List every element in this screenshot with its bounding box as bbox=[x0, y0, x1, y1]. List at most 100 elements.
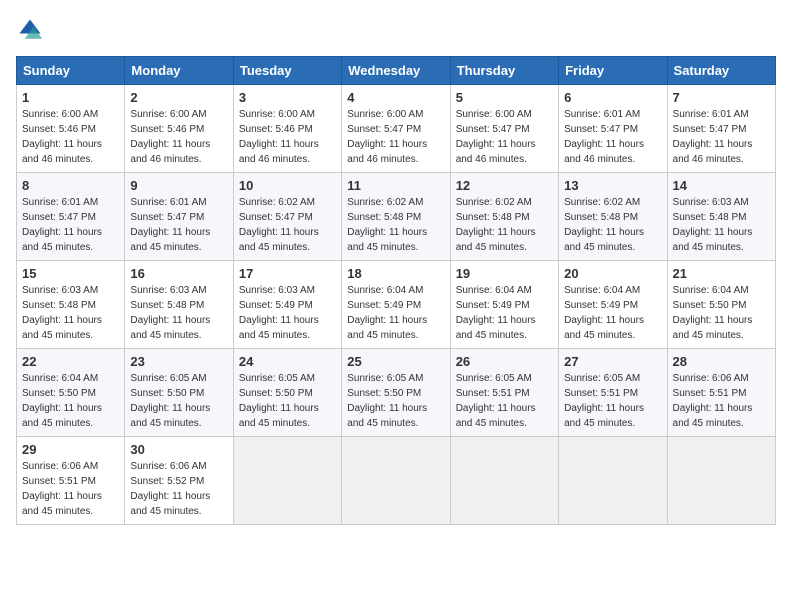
calendar-cell: 7 Sunrise: 6:01 AMSunset: 5:47 PMDaylight… bbox=[667, 85, 775, 173]
logo bbox=[16, 16, 48, 44]
calendar-cell: 30 Sunrise: 6:06 AMSunset: 5:52 PMDayligh… bbox=[125, 437, 233, 525]
day-info: Sunrise: 6:04 AMSunset: 5:49 PMDaylight:… bbox=[564, 283, 661, 343]
calendar-cell: 17 Sunrise: 6:03 AMSunset: 5:49 PMDayligh… bbox=[233, 261, 341, 349]
calendar-cell: 9 Sunrise: 6:01 AMSunset: 5:47 PMDaylight… bbox=[125, 173, 233, 261]
calendar-header-thursday: Thursday bbox=[450, 57, 558, 85]
day-info: Sunrise: 6:01 AMSunset: 5:47 PMDaylight:… bbox=[673, 107, 770, 167]
day-number: 3 bbox=[239, 90, 336, 105]
calendar-header-monday: Monday bbox=[125, 57, 233, 85]
day-info: Sunrise: 6:05 AMSunset: 5:50 PMDaylight:… bbox=[347, 371, 444, 431]
day-number: 11 bbox=[347, 178, 444, 193]
calendar-cell: 3 Sunrise: 6:00 AMSunset: 5:46 PMDaylight… bbox=[233, 85, 341, 173]
day-number: 17 bbox=[239, 266, 336, 281]
day-info: Sunrise: 6:01 AMSunset: 5:47 PMDaylight:… bbox=[130, 195, 227, 255]
calendar-cell: 22 Sunrise: 6:04 AMSunset: 5:50 PMDayligh… bbox=[17, 349, 125, 437]
day-number: 28 bbox=[673, 354, 770, 369]
day-info: Sunrise: 6:04 AMSunset: 5:49 PMDaylight:… bbox=[347, 283, 444, 343]
day-info: Sunrise: 6:04 AMSunset: 5:50 PMDaylight:… bbox=[673, 283, 770, 343]
calendar-cell: 27 Sunrise: 6:05 AMSunset: 5:51 PMDayligh… bbox=[559, 349, 667, 437]
calendar-cell: 4 Sunrise: 6:00 AMSunset: 5:47 PMDaylight… bbox=[342, 85, 450, 173]
day-number: 9 bbox=[130, 178, 227, 193]
day-info: Sunrise: 6:06 AMSunset: 5:51 PMDaylight:… bbox=[22, 459, 119, 519]
day-number: 27 bbox=[564, 354, 661, 369]
day-info: Sunrise: 6:05 AMSunset: 5:50 PMDaylight:… bbox=[130, 371, 227, 431]
calendar-cell: 1 Sunrise: 6:00 AMSunset: 5:46 PMDaylight… bbox=[17, 85, 125, 173]
day-info: Sunrise: 6:03 AMSunset: 5:48 PMDaylight:… bbox=[22, 283, 119, 343]
calendar-table: SundayMondayTuesdayWednesdayThursdayFrid… bbox=[16, 56, 776, 525]
calendar-cell: 8Sunrise: 6:01 AMSunset: 5:47 PMDaylight… bbox=[17, 173, 125, 261]
day-number: 19 bbox=[456, 266, 553, 281]
day-info: Sunrise: 6:05 AMSunset: 5:51 PMDaylight:… bbox=[564, 371, 661, 431]
day-info: Sunrise: 6:06 AMSunset: 5:52 PMDaylight:… bbox=[130, 459, 227, 519]
day-info: Sunrise: 6:02 AMSunset: 5:48 PMDaylight:… bbox=[347, 195, 444, 255]
day-number: 7 bbox=[673, 90, 770, 105]
page-header bbox=[16, 16, 776, 44]
calendar-cell: 29 Sunrise: 6:06 AMSunset: 5:51 PMDayligh… bbox=[17, 437, 125, 525]
calendar-cell: 23 Sunrise: 6:05 AMSunset: 5:50 PMDayligh… bbox=[125, 349, 233, 437]
day-number: 5 bbox=[456, 90, 553, 105]
day-info: Sunrise: 6:06 AMSunset: 5:51 PMDaylight:… bbox=[673, 371, 770, 431]
day-info: Sunrise: 6:01 AMSunset: 5:47 PMDaylight:… bbox=[564, 107, 661, 167]
day-info: Sunrise: 6:03 AMSunset: 5:48 PMDaylight:… bbox=[130, 283, 227, 343]
day-info: Sunrise: 6:03 AMSunset: 5:48 PMDaylight:… bbox=[673, 195, 770, 255]
day-number: 20 bbox=[564, 266, 661, 281]
calendar-cell: 18 Sunrise: 6:04 AMSunset: 5:49 PMDayligh… bbox=[342, 261, 450, 349]
calendar-cell: 28 Sunrise: 6:06 AMSunset: 5:51 PMDayligh… bbox=[667, 349, 775, 437]
calendar-cell: 15 Sunrise: 6:03 AMSunset: 5:48 PMDayligh… bbox=[17, 261, 125, 349]
calendar-cell: 21 Sunrise: 6:04 AMSunset: 5:50 PMDayligh… bbox=[667, 261, 775, 349]
calendar-week-row: 29 Sunrise: 6:06 AMSunset: 5:51 PMDayligh… bbox=[17, 437, 776, 525]
calendar-cell bbox=[450, 437, 558, 525]
day-number: 26 bbox=[456, 354, 553, 369]
calendar-cell bbox=[342, 437, 450, 525]
calendar-cell: 16Sunrise: 6:03 AMSunset: 5:48 PMDayligh… bbox=[125, 261, 233, 349]
day-number: 21 bbox=[673, 266, 770, 281]
day-number: 24 bbox=[239, 354, 336, 369]
calendar-header-saturday: Saturday bbox=[667, 57, 775, 85]
day-info: Sunrise: 6:02 AMSunset: 5:48 PMDaylight:… bbox=[564, 195, 661, 255]
logo-icon bbox=[16, 16, 44, 44]
calendar-header-wednesday: Wednesday bbox=[342, 57, 450, 85]
calendar-week-row: 15 Sunrise: 6:03 AMSunset: 5:48 PMDayligh… bbox=[17, 261, 776, 349]
day-info: Sunrise: 6:03 AMSunset: 5:49 PMDaylight:… bbox=[239, 283, 336, 343]
calendar-header-tuesday: Tuesday bbox=[233, 57, 341, 85]
day-number: 10 bbox=[239, 178, 336, 193]
day-info: Sunrise: 6:04 AMSunset: 5:50 PMDaylight:… bbox=[22, 371, 119, 431]
day-info: Sunrise: 6:02 AMSunset: 5:47 PMDaylight:… bbox=[239, 195, 336, 255]
calendar-cell: 12Sunrise: 6:02 AMSunset: 5:48 PMDayligh… bbox=[450, 173, 558, 261]
day-info: Sunrise: 6:00 AMSunset: 5:46 PMDaylight:… bbox=[22, 107, 119, 167]
day-number: 1 bbox=[22, 90, 119, 105]
day-number: 8 bbox=[22, 178, 119, 193]
calendar-header-friday: Friday bbox=[559, 57, 667, 85]
day-number: 2 bbox=[130, 90, 227, 105]
day-info: Sunrise: 6:00 AMSunset: 5:46 PMDaylight:… bbox=[130, 107, 227, 167]
calendar-week-row: 1 Sunrise: 6:00 AMSunset: 5:46 PMDaylight… bbox=[17, 85, 776, 173]
day-info: Sunrise: 6:05 AMSunset: 5:51 PMDaylight:… bbox=[456, 371, 553, 431]
day-number: 18 bbox=[347, 266, 444, 281]
calendar-cell: 19 Sunrise: 6:04 AMSunset: 5:49 PMDayligh… bbox=[450, 261, 558, 349]
day-info: Sunrise: 6:00 AMSunset: 5:47 PMDaylight:… bbox=[347, 107, 444, 167]
day-number: 22 bbox=[22, 354, 119, 369]
day-number: 30 bbox=[130, 442, 227, 457]
calendar-cell: 11 Sunrise: 6:02 AMSunset: 5:48 PMDayligh… bbox=[342, 173, 450, 261]
day-number: 29 bbox=[22, 442, 119, 457]
day-info: Sunrise: 6:04 AMSunset: 5:49 PMDaylight:… bbox=[456, 283, 553, 343]
day-info: Sunrise: 6:00 AMSunset: 5:46 PMDaylight:… bbox=[239, 107, 336, 167]
day-info: Sunrise: 6:05 AMSunset: 5:50 PMDaylight:… bbox=[239, 371, 336, 431]
calendar-cell: 6 Sunrise: 6:01 AMSunset: 5:47 PMDaylight… bbox=[559, 85, 667, 173]
day-number: 14 bbox=[673, 178, 770, 193]
calendar-cell: 2 Sunrise: 6:00 AMSunset: 5:46 PMDaylight… bbox=[125, 85, 233, 173]
calendar-cell: 14 Sunrise: 6:03 AMSunset: 5:48 PMDayligh… bbox=[667, 173, 775, 261]
calendar-cell bbox=[559, 437, 667, 525]
calendar-cell: 13 Sunrise: 6:02 AMSunset: 5:48 PMDayligh… bbox=[559, 173, 667, 261]
calendar-header-sunday: Sunday bbox=[17, 57, 125, 85]
calendar-cell: 10 Sunrise: 6:02 AMSunset: 5:47 PMDayligh… bbox=[233, 173, 341, 261]
calendar-cell: 26 Sunrise: 6:05 AMSunset: 5:51 PMDayligh… bbox=[450, 349, 558, 437]
day-number: 25 bbox=[347, 354, 444, 369]
day-info: Sunrise: 6:02 AMSunset: 5:48 PMDaylight:… bbox=[456, 195, 553, 255]
day-number: 4 bbox=[347, 90, 444, 105]
day-number: 23 bbox=[130, 354, 227, 369]
day-number: 13 bbox=[564, 178, 661, 193]
day-number: 6 bbox=[564, 90, 661, 105]
day-number: 15 bbox=[22, 266, 119, 281]
calendar-cell: 24 Sunrise: 6:05 AMSunset: 5:50 PMDayligh… bbox=[233, 349, 341, 437]
